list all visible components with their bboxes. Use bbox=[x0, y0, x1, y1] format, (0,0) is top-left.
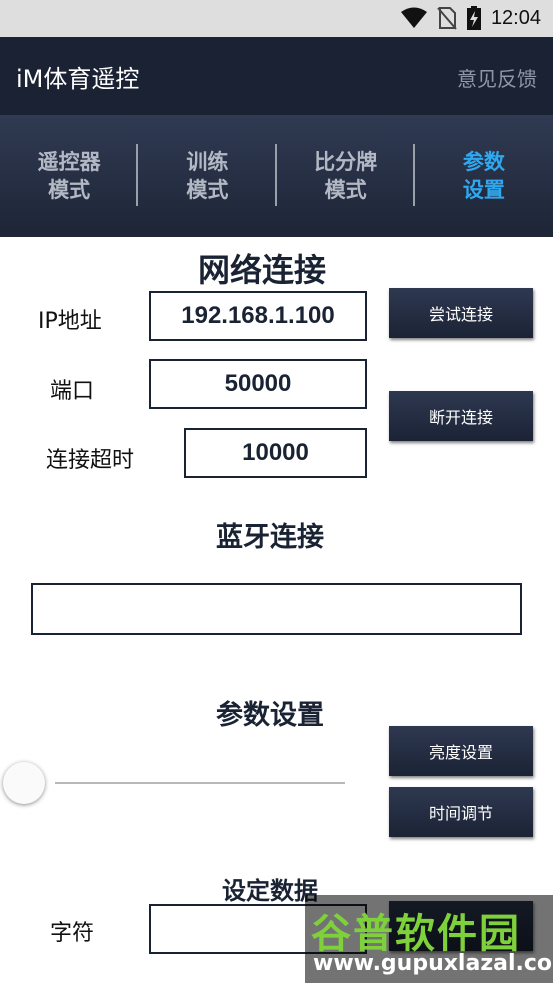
tab-label-line1: 比分牌 bbox=[314, 150, 378, 174]
params-section-title: 参数设置 bbox=[216, 700, 324, 731]
timeout-input[interactable]: 10000 bbox=[184, 428, 367, 478]
port-label: 端口 bbox=[50, 379, 95, 404]
network-section-title: 网络连接 bbox=[198, 251, 327, 289]
watermark-url: www.gupuxlazal.com bbox=[313, 951, 553, 976]
tab-label-line2: 模式 bbox=[324, 178, 367, 202]
char-label: 字符 bbox=[50, 921, 95, 946]
tab-label-line2: 模式 bbox=[186, 178, 229, 202]
tab-label-line2: 设置 bbox=[462, 178, 505, 202]
timeout-label: 连接超时 bbox=[46, 448, 135, 473]
feedback-link[interactable]: 意见反馈 bbox=[457, 63, 537, 92]
app-bar: iM体育遥控 意见反馈 bbox=[0, 37, 553, 115]
brightness-settings-button[interactable]: 亮度设置 bbox=[389, 726, 533, 776]
battery-charging-icon bbox=[466, 6, 481, 30]
time-adjust-button[interactable]: 时间调节 bbox=[389, 787, 533, 837]
brightness-slider-track[interactable] bbox=[55, 782, 345, 784]
wifi-icon bbox=[400, 7, 427, 28]
set-data-section-title: 设定数据 bbox=[222, 877, 318, 905]
disconnect-button[interactable]: 断开连接 bbox=[389, 391, 533, 441]
tab-label-line1: 训练 bbox=[186, 150, 229, 174]
tab-scoreboard-mode[interactable]: 比分牌 模式 bbox=[277, 115, 415, 237]
tab-training-mode[interactable]: 训练 模式 bbox=[138, 115, 277, 237]
settings-panel: 网络连接 IP地址 192.168.1.100 端口 50000 连接超时 10… bbox=[0, 237, 553, 983]
try-connect-button[interactable]: 尝试连接 bbox=[389, 288, 533, 338]
mode-tabs: 遥控器 模式 训练 模式 比分牌 模式 参数 设置 bbox=[0, 115, 553, 237]
tab-label-line1: 参数 bbox=[462, 150, 505, 174]
bluetooth-section-title: 蓝牙连接 bbox=[216, 522, 324, 553]
tab-label-line1: 遥控器 bbox=[37, 150, 101, 174]
status-time: 12:04 bbox=[490, 6, 541, 29]
tab-remote-mode[interactable]: 遥控器 模式 bbox=[0, 115, 139, 237]
brightness-slider-thumb[interactable] bbox=[3, 762, 45, 804]
ip-input[interactable]: 192.168.1.100 bbox=[149, 291, 367, 341]
port-input[interactable]: 50000 bbox=[149, 359, 367, 409]
app-title: iM体育遥控 bbox=[16, 65, 140, 93]
tab-settings[interactable]: 参数 设置 bbox=[415, 115, 553, 237]
status-bar: 12:04 bbox=[0, 0, 553, 37]
status-icons: 12:04 bbox=[400, 6, 541, 30]
ip-label: IP地址 bbox=[38, 309, 102, 334]
tab-label-line2: 模式 bbox=[48, 178, 91, 202]
bluetooth-device-field[interactable] bbox=[31, 583, 522, 635]
no-sim-icon bbox=[437, 7, 457, 30]
watermark-logo: 谷普软件园 www.gupuxlazal.com bbox=[305, 895, 553, 983]
